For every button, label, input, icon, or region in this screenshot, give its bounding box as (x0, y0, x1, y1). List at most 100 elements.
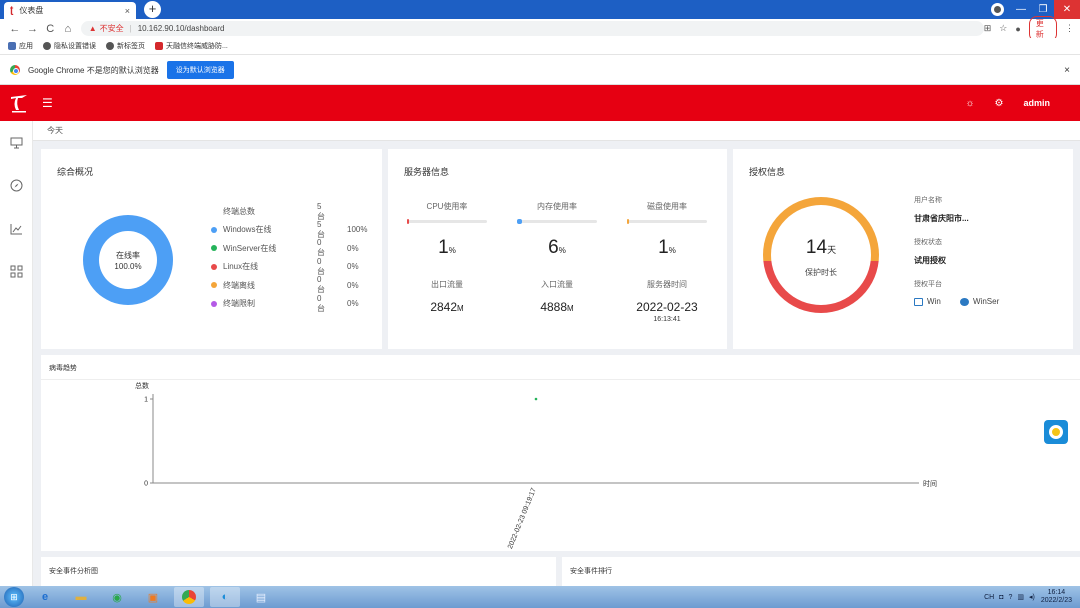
menu-toggle-icon[interactable]: ☰ (42, 96, 53, 110)
status-percent: 100% (347, 225, 368, 234)
url-text[interactable]: 10.162.90.10/dashboard (138, 24, 225, 33)
input-language[interactable]: CH (984, 594, 994, 601)
warning-icon[interactable]: ▲ (89, 24, 97, 33)
system-clock[interactable]: 16:14 2022/2/23 (1041, 589, 1080, 605)
status-dot (211, 263, 217, 270)
inbound-traffic: 入口流量 4888M (515, 279, 599, 314)
profile-icon[interactable]: ● (1015, 24, 1020, 34)
back-button[interactable]: ← (6, 23, 24, 35)
maximize-button[interactable]: ❐ (1032, 4, 1054, 15)
app-header: ☰ ☼ ⚙ admin (0, 85, 1080, 121)
sidebar-item-compass[interactable] (0, 164, 33, 207)
tab-close-icon[interactable]: × (125, 6, 130, 16)
compass-icon (10, 179, 23, 192)
y-tick-label: 1 (144, 397, 148, 404)
metric-label: 内存使用率 (537, 202, 577, 211)
y-tick-label: 0 (144, 481, 148, 488)
terminal-total-row: 终端总数 5台 (211, 202, 325, 221)
server-date: 2022-02-23 (636, 300, 698, 314)
set-default-button[interactable]: 设为默认浏览器 (166, 61, 234, 79)
status-label: 授权状态 (914, 239, 942, 246)
infobar-close-icon[interactable]: × (1064, 65, 1070, 76)
topsec-logo-icon (8, 92, 30, 114)
virus-trend-card: 病毒趋势 总数 时间 1 0 2022-02-23 09:19:17 (41, 355, 1080, 551)
assistant-taskbar-icon[interactable]: ◐ (210, 587, 240, 607)
chrome-taskbar-icon[interactable] (174, 587, 204, 607)
security-analysis-card: 安全事件分析图 (41, 557, 556, 586)
usage-metric: 内存使用率 6% (515, 201, 599, 259)
minimize-button[interactable]: — (1010, 4, 1032, 15)
lightbulb-icon[interactable]: ☼ (965, 98, 974, 109)
user-name[interactable]: admin (1023, 98, 1050, 108)
bookmark-apps[interactable]: 应用 (8, 41, 33, 51)
metric-label: 磁盘使用率 (647, 202, 687, 211)
status-dot (211, 282, 217, 288)
protection-days: 14天 (763, 237, 879, 259)
status-count: 0台 (317, 256, 325, 276)
usage-metric: 磁盘使用率 1% (625, 201, 709, 259)
server-globe-icon (960, 297, 969, 306)
app-green-icon[interactable]: ◉ (102, 587, 132, 607)
insecure-label[interactable]: 不安全 (100, 23, 124, 34)
sidebar (0, 121, 33, 586)
floating-assistant-button[interactable] (1044, 420, 1068, 444)
settings-gear-icon[interactable]: ⚙ (995, 98, 1004, 109)
network-icon[interactable]: ▥ (1017, 593, 1024, 601)
status-label: Linux在线 (223, 262, 259, 271)
clock-time: 16:14 (1047, 589, 1066, 596)
bookmark-privacy[interactable]: 隐私设置错误 (43, 41, 96, 51)
usage-bar-fill (407, 219, 409, 224)
translate-icon[interactable]: ⊞ (984, 23, 992, 34)
terminal-status-row: Windows在线 5台 100% (211, 220, 367, 239)
security-analysis-title: 安全事件分析图 (49, 568, 98, 575)
windows-taskbar: ⊞ e ▬ ◉ ▣ ◐ ▤ CH ◘ ? ▥ ◂) 16:14 2022/2/2… (0, 586, 1080, 608)
folder-icon[interactable]: ▬ (66, 587, 96, 607)
url-separator: | (129, 24, 132, 33)
status-label: Windows在线 (223, 225, 272, 234)
recording-icon[interactable] (991, 3, 1004, 16)
monitor-icon (10, 137, 23, 148)
platform-win-label: Win (927, 297, 941, 306)
help-icon[interactable]: ? (1008, 594, 1012, 601)
metric-unit: % (448, 246, 456, 255)
new-tab-button[interactable]: + (144, 1, 161, 18)
sidebar-item-monitor[interactable] (0, 121, 33, 164)
apps-icon (10, 265, 23, 278)
status-label: 终端限制 (223, 299, 255, 308)
window-app-icon[interactable]: ▤ (246, 587, 276, 607)
security-ranking-card: 安全事件排行 (562, 557, 1080, 586)
globe-icon (106, 42, 114, 50)
platform-label: 授权平台 (914, 281, 942, 288)
menu-dots-icon[interactable]: ⋮ (1065, 23, 1074, 34)
volume-icon[interactable]: ◂) (1029, 593, 1035, 601)
metric-value: 6 (548, 237, 559, 258)
start-button[interactable]: ⊞ (4, 587, 24, 607)
browser-tab[interactable]: ʈ 仪表盘 × (4, 2, 136, 19)
bookmark-star-icon[interactable]: ☆ (999, 23, 1007, 34)
status-value: 试用授权 (914, 256, 946, 265)
bookmark-topsec[interactable]: 天融信终端威胁防... (155, 41, 228, 51)
status-dot (211, 226, 217, 233)
terminal-status-row: WinServer在线 0台 0% (211, 238, 359, 257)
reload-button[interactable]: C (41, 23, 59, 35)
url-bar[interactable]: ▲ 不安全 | 10.162.90.10/dashboard (80, 21, 984, 36)
home-button[interactable]: ⌂ (59, 23, 77, 35)
header-right: ☼ ⚙ admin (965, 98, 1080, 109)
sidebar-item-chart[interactable] (0, 207, 33, 250)
forward-button[interactable]: → (24, 23, 42, 35)
tray-app-icon[interactable]: ◘ (999, 594, 1003, 601)
terminal-status-row: 终端离线 0台 0% (211, 275, 359, 294)
usage-bar (517, 219, 597, 224)
platform-win: Win (914, 297, 941, 306)
sidebar-item-apps[interactable] (0, 250, 33, 293)
bookmark-newtab[interactable]: 新标签页 (106, 41, 145, 51)
clock-date: 2022/2/23 (1040, 597, 1072, 604)
usage-metric: CPU使用率 1% (405, 201, 489, 259)
apps-grid-icon (8, 42, 16, 50)
donut-value: 100.0% (114, 262, 142, 271)
x-axis-label: 时间 (923, 479, 937, 488)
app-orange-icon[interactable]: ▣ (138, 587, 168, 607)
ie-icon[interactable]: e (30, 587, 60, 607)
bookmark-label: 应用 (19, 43, 33, 50)
usage-bar-fill (627, 219, 629, 224)
